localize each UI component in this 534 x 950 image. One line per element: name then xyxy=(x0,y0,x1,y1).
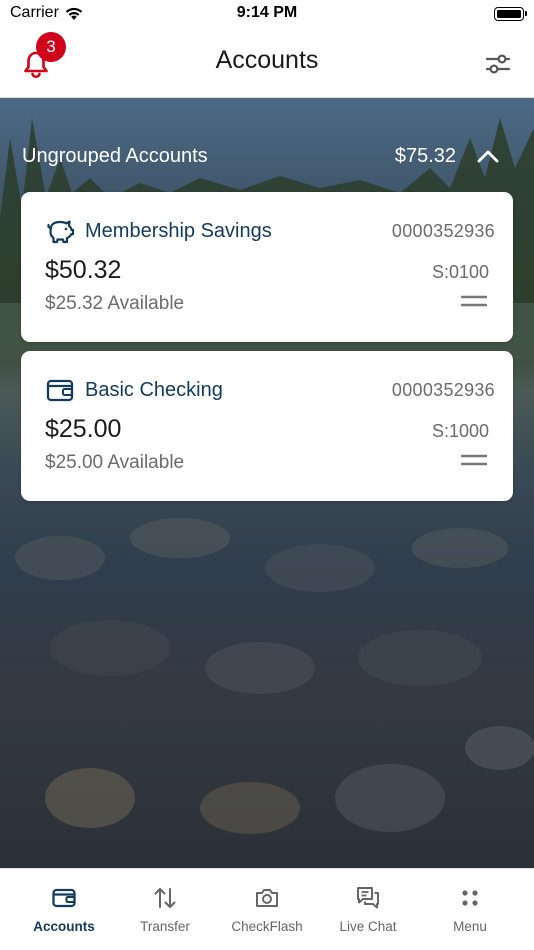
wallet-icon xyxy=(52,888,76,908)
tab-label: Transfer xyxy=(140,919,190,934)
tab-label: Live Chat xyxy=(339,919,397,934)
account-card-basic-checking[interactable]: Basic Checking 0000352936 $25.00 S:1000 … xyxy=(21,351,513,501)
account-balance: $50.32 xyxy=(45,256,122,284)
account-number: 0000352936 xyxy=(391,221,495,241)
tab-checkflash[interactable]: CheckFlash xyxy=(216,869,318,950)
status-bar: Carrier 9:14 PM xyxy=(0,0,534,30)
filter-sliders-icon[interactable] xyxy=(484,50,512,78)
app-header: 3 Accounts xyxy=(0,30,534,98)
tab-label: CheckFlash xyxy=(231,919,303,934)
drag-handle-icon[interactable] xyxy=(461,294,487,308)
camera-icon xyxy=(256,889,278,907)
bottom-tab-bar: Accounts Transfer CheckFlash Live Chat M… xyxy=(0,868,534,950)
page-title: Accounts xyxy=(215,46,319,74)
chat-icon xyxy=(357,887,379,909)
account-balance: $25.00 xyxy=(45,415,122,443)
tab-live-chat[interactable]: Live Chat xyxy=(317,869,419,950)
tab-accounts[interactable]: Accounts xyxy=(13,869,115,950)
wallet-icon xyxy=(46,379,74,402)
account-number: 0000352936 xyxy=(391,380,495,400)
clock: 9:14 PM xyxy=(236,4,298,21)
tab-label: Menu xyxy=(453,919,487,934)
account-suffix: S:0100 xyxy=(431,262,489,282)
account-suffix: S:1000 xyxy=(431,421,489,441)
tab-menu[interactable]: Menu xyxy=(419,869,521,950)
account-card-membership-savings[interactable]: Membership Savings 0000352936 $50.32 S:0… xyxy=(21,192,513,342)
tab-transfer[interactable]: Transfer xyxy=(114,869,216,950)
account-available-balance: $25.32 Available xyxy=(45,293,185,314)
piggy-bank-icon xyxy=(47,220,75,244)
tab-label: Accounts xyxy=(33,919,95,934)
group-title: Ungrouped Accounts xyxy=(22,145,208,167)
account-available-balance: $25.00 Available xyxy=(45,452,185,473)
group-total: $75.32 xyxy=(394,145,456,167)
battery-icon xyxy=(494,7,527,21)
transfer-arrows-icon xyxy=(154,888,176,908)
river-rocks-graphic xyxy=(15,518,534,834)
account-name: Membership Savings xyxy=(85,220,272,242)
account-group-header[interactable]: Ungrouped Accounts $75.32 xyxy=(0,140,534,174)
chevron-up-icon[interactable] xyxy=(476,148,500,164)
drag-handle-icon[interactable] xyxy=(461,453,487,467)
account-name: Basic Checking xyxy=(85,379,223,401)
dots-grid-icon xyxy=(462,890,478,906)
